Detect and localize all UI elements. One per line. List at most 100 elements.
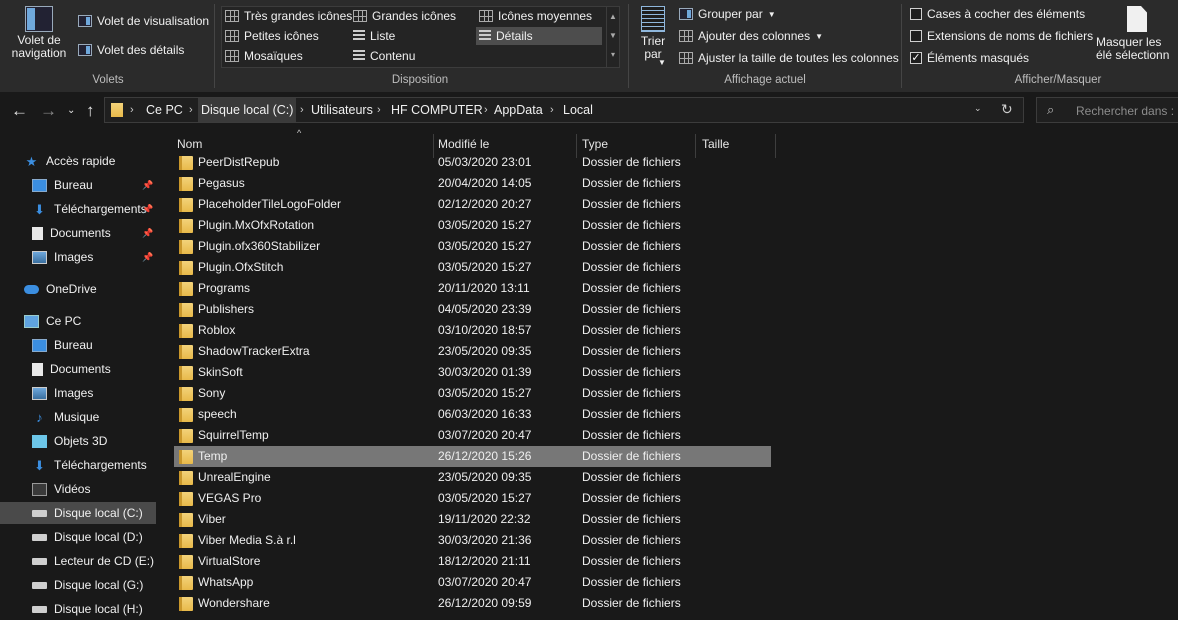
back-arrow-icon[interactable]: ← — [11, 101, 28, 121]
breadcrumb-chevron-icon[interactable]: › — [300, 98, 304, 122]
breadcrumb-chevron-icon[interactable]: › — [189, 98, 193, 122]
details-pane-button[interactable]: Volet des détails — [78, 43, 184, 57]
layout-small-icons[interactable]: Petites icônes — [222, 27, 319, 45]
file-extensions-toggle[interactable]: Extensions de noms de fichiers — [910, 29, 1093, 43]
expand-gallery-icon[interactable]: ▾ — [607, 45, 619, 64]
file-row[interactable]: Sony 03/05/2020 15:27 Dossier de fichiers — [174, 383, 771, 404]
layout-content[interactable]: Contenu — [350, 47, 415, 65]
breadcrumb-chevron-icon[interactable]: › — [484, 98, 488, 122]
breadcrumb-chevron-icon[interactable]: › — [550, 98, 554, 122]
file-row[interactable]: PlaceholderTileLogoFolder 02/12/2020 20:2… — [174, 194, 771, 215]
file-row[interactable]: Viber Media S.à r.l 30/03/2020 21:36 Dossi… — [174, 530, 771, 551]
file-row[interactable]: Wondershare 26/12/2020 09:59 Dossier de fi… — [174, 593, 771, 614]
sidebar-item[interactable]: Disque local (H:) — [0, 598, 156, 620]
file-row[interactable]: Plugin.ofx360Stabilizer 03/05/2020 15:27 D… — [174, 236, 771, 257]
sidebar-item[interactable]: Objets 3D — [0, 430, 156, 452]
address-dropdown-icon[interactable]: ⌄ — [974, 103, 982, 114]
sidebar-item[interactable]: ⬇ Téléchargements — [0, 454, 156, 476]
breadcrumb-local-disk-c[interactable]: Disque local (C:) — [198, 98, 297, 122]
scroll-up-icon[interactable]: ▲ — [607, 7, 619, 26]
group-by-button[interactable]: Grouper par ▼ — [679, 7, 776, 21]
column-header-name[interactable]: Nom — [177, 137, 202, 151]
breadcrumb-local[interactable]: Local — [560, 98, 596, 122]
file-row[interactable]: PeerDistRepub 05/03/2020 23:01 Dossier de … — [174, 152, 771, 173]
file-row[interactable]: Roblox 03/10/2020 18:57 Dossier de fichier… — [174, 320, 771, 341]
refresh-icon[interactable]: ↻ — [1001, 101, 1013, 118]
column-header-type[interactable]: Type — [582, 137, 608, 151]
file-row[interactable]: ShadowTrackerExtra 23/05/2020 09:35 Dossie… — [174, 341, 771, 362]
breadcrumb-users[interactable]: Utilisateurs — [308, 98, 376, 122]
preview-pane-button[interactable]: Volet de visualisation — [78, 14, 209, 28]
breadcrumb-chevron-icon[interactable]: › — [377, 98, 381, 122]
sidebar-item[interactable]: ⬇ Téléchargements 📌 — [0, 198, 156, 220]
checkbox-icon[interactable]: ✓ — [910, 52, 922, 64]
pin-icon[interactable]: 📌 — [142, 252, 153, 263]
file-row[interactable]: SkinSoft 30/03/2020 01:39 Dossier de fichi… — [174, 362, 771, 383]
column-header-modified[interactable]: Modifié le — [438, 137, 489, 151]
column-header-size[interactable]: Taille — [702, 137, 729, 151]
sidebar-item[interactable]: Vidéos — [0, 478, 156, 500]
sidebar-item[interactable]: Bureau 📌 — [0, 174, 156, 196]
breadcrumb-hf-computer[interactable]: HF COMPUTER — [388, 98, 486, 122]
sidebar-item[interactable]: Documents — [0, 358, 156, 380]
layout-medium-icons[interactable]: Icônes moyennes — [476, 7, 592, 25]
layout-list[interactable]: Liste — [350, 27, 395, 45]
sidebar-item[interactable]: ♪ Musique — [0, 406, 156, 428]
add-columns-button[interactable]: Ajouter des colonnes ▼ — [679, 29, 823, 43]
sidebar-item[interactable]: ★ Accès rapide — [0, 150, 156, 172]
breadcrumb-chevron-icon[interactable]: › — [130, 98, 134, 122]
layout-large-icons[interactable]: Grandes icônes — [350, 7, 456, 25]
hide-selected-button[interactable]: Masquer les élé sélectionn — [1096, 6, 1178, 62]
layout-details[interactable]: Détails — [476, 27, 602, 45]
sidebar-item[interactable]: Bureau — [0, 334, 156, 356]
file-row[interactable]: WhatsApp 03/07/2020 20:47 Dossier de fichi… — [174, 572, 771, 593]
item-checkboxes-toggle[interactable]: Cases à cocher des éléments — [910, 7, 1085, 21]
file-row[interactable]: SquirrelTemp 03/07/2020 20:47 Dossier de f… — [174, 425, 771, 446]
layout-tiles[interactable]: Mosaïques — [222, 47, 303, 65]
file-row[interactable]: Pegasus 20/04/2020 14:05 Dossier de fichie… — [174, 173, 771, 194]
fit-columns-button[interactable]: Ajuster la taille de toutes les colonnes — [679, 51, 899, 65]
sidebar-item[interactable]: Disque local (C:) — [0, 502, 156, 524]
pin-icon[interactable]: 📌 — [142, 228, 153, 239]
pin-icon[interactable]: 📌 — [142, 180, 153, 191]
file-row[interactable]: VEGAS Pro 03/05/2020 15:27 Dossier de fich… — [174, 488, 771, 509]
forward-arrow-icon[interactable]: → — [40, 101, 57, 121]
breadcrumb-this-pc[interactable]: Ce PC — [143, 98, 186, 122]
checkbox-icon[interactable] — [910, 8, 922, 20]
sidebar-item[interactable]: Documents 📌 — [0, 222, 156, 244]
scroll-down-icon[interactable]: ▼ — [607, 26, 619, 45]
recent-locations-chevron-icon[interactable]: ⌄ — [67, 105, 75, 116]
navigation-pane-button[interactable]: Volet de navigation — [6, 6, 72, 70]
gallery-scroll[interactable]: ▲ ▼ ▾ — [606, 7, 619, 67]
file-row[interactable]: Plugin.OfxStitch 03/05/2020 15:27 Dossier … — [174, 257, 771, 278]
sidebar-item[interactable]: Disque local (D:) — [0, 526, 156, 548]
column-divider[interactable] — [775, 134, 776, 158]
layout-extra-large-icons[interactable]: Très grandes icônes — [222, 7, 352, 25]
file-row[interactable]: Publishers 04/05/2020 23:39 Dossier de fic… — [174, 299, 771, 320]
file-row[interactable]: Temp 26/12/2020 15:26 Dossier de fichiers — [174, 446, 771, 467]
sidebar-item[interactable]: OneDrive — [0, 278, 156, 300]
sidebar-item[interactable]: Disque local (G:) — [0, 574, 156, 596]
search-box[interactable]: ⌕ Rechercher dans : L — [1036, 97, 1178, 123]
file-row[interactable]: VirtualStore 18/12/2020 21:11 Dossier de f… — [174, 551, 771, 572]
up-arrow-icon[interactable]: ↑ — [86, 101, 95, 121]
folder-icon — [179, 282, 193, 296]
file-row[interactable]: Plugin.MxOfxRotation 03/05/2020 15:27 Doss… — [174, 215, 771, 236]
sidebar-item[interactable]: Images 📌 — [0, 246, 156, 268]
sidebar-item[interactable]: Ce PC — [0, 310, 156, 332]
file-type-cell: Dossier de fichiers — [582, 176, 681, 190]
address-bar[interactable]: › Ce PC › Disque local (C:) › Utilisateu… — [104, 97, 1024, 123]
file-row[interactable]: Programs 20/11/2020 13:11 Dossier de fichi… — [174, 278, 771, 299]
file-row[interactable]: speech 06/03/2020 16:33 Dossier de fichier… — [174, 404, 771, 425]
file-row[interactable]: UnrealEngine 23/05/2020 09:35 Dossier de f… — [174, 467, 771, 488]
breadcrumb-appdata[interactable]: AppData — [491, 98, 546, 122]
sidebar-item[interactable]: Lecteur de CD (E:) — [0, 550, 156, 572]
checkbox-icon[interactable] — [910, 30, 922, 42]
sort-by-button[interactable]: Trier par ▼ — [636, 6, 670, 67]
sort-caret-icon: ^ — [297, 128, 302, 138]
sidebar-item[interactable]: Images — [0, 382, 156, 404]
cube-icon — [32, 434, 47, 448]
pin-icon[interactable]: 📌 — [142, 204, 153, 215]
hidden-items-toggle[interactable]: ✓ Éléments masqués — [910, 51, 1029, 65]
file-row[interactable]: Viber 19/11/2020 22:32 Dossier de fichiers — [174, 509, 771, 530]
